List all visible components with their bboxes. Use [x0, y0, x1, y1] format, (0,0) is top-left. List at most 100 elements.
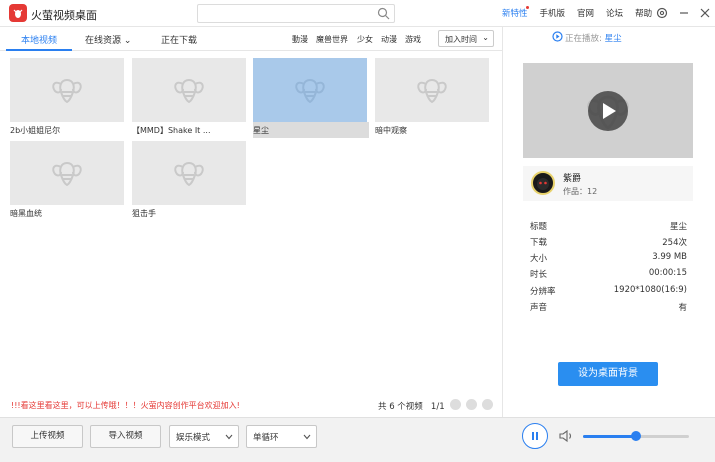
tab-online-label: 在线资源 — [85, 36, 122, 46]
tab-downloading[interactable]: 正在下载 — [161, 33, 197, 46]
pause-icon — [532, 432, 538, 440]
first-page-button[interactable] — [450, 399, 461, 410]
video-title: 2b小姐姐尼尔 — [10, 126, 61, 135]
info-row: 时长 00:00:15 — [530, 268, 687, 282]
page-indicator: 1/1 — [430, 402, 445, 412]
video-card[interactable]: 暗中观察 — [375, 58, 489, 138]
link-mobile[interactable]: 手机版 — [540, 7, 566, 19]
info-row: 标题 星尘 — [530, 220, 687, 234]
nav-row: 本地视频 在线资源 ⌄ 正在下载 動漫 魔兽世界 少女 动漫 游戏 加入时间 ⌄ — [0, 27, 502, 51]
firefly-placeholder-icon — [417, 78, 447, 104]
category-item[interactable]: 少女 — [357, 34, 373, 45]
chevron-down-icon — [303, 434, 311, 440]
firefly-logo-icon — [9, 4, 27, 22]
chevron-down-icon: ⌄ — [123, 36, 132, 46]
video-thumbnail — [132, 141, 246, 205]
now-playing: 正在播放: 星尘 — [552, 31, 622, 44]
info-value: 00:00:15 — [648, 268, 687, 278]
info-value: 3.99 MB — [652, 252, 687, 262]
tab-local-videos[interactable]: 本地视频 — [21, 33, 57, 46]
info-value: 254次 — [662, 238, 687, 248]
chevron-down-icon — [225, 434, 233, 440]
info-key: 大小 — [530, 254, 548, 264]
info-row: 声音 有 — [530, 301, 687, 315]
info-key: 下载 — [530, 238, 548, 248]
upload-notice-link[interactable]: !!!看这里看这里，可以上传哦！！！火萤内容创作平台欢迎加入! — [11, 400, 240, 411]
category-item[interactable]: 魔兽世界 — [316, 34, 348, 45]
category-item[interactable]: 游戏 — [405, 34, 421, 45]
app-title: 火萤视频桌面 — [31, 9, 97, 22]
firefly-placeholder-icon — [174, 78, 204, 104]
video-thumbnail — [10, 58, 124, 122]
info-value: 有 — [678, 303, 687, 313]
new-badge-dot — [526, 6, 529, 9]
prev-page-button[interactable] — [466, 399, 477, 410]
video-card[interactable]: 【MMD】Shake It ... — [132, 58, 246, 138]
author-name[interactable]: 紫爵 — [563, 171, 581, 184]
video-title: 星尘 — [253, 126, 269, 135]
chevron-down-icon: ⌄ — [482, 33, 489, 42]
next-page-button[interactable] — [482, 399, 493, 410]
video-thumbnail — [253, 58, 367, 122]
video-card[interactable]: 暗黑血统 — [10, 141, 124, 221]
video-title: 狙击手 — [132, 209, 156, 218]
info-key: 标题 — [530, 222, 548, 232]
video-card-selected[interactable]: 星尘 — [253, 58, 369, 138]
avatar-face-icon — [537, 178, 549, 190]
info-key: 分辨率 — [530, 287, 556, 297]
loop-selected-label: 单循环 — [253, 433, 279, 443]
info-row: 大小 3.99 MB — [530, 252, 687, 266]
link-official-site[interactable]: 官网 — [577, 7, 594, 19]
play-button[interactable] — [588, 91, 628, 131]
tab-online-resources[interactable]: 在线资源 ⌄ — [85, 33, 131, 46]
minimize-icon[interactable] — [677, 6, 691, 20]
import-video-button[interactable]: 导入视频 — [90, 425, 161, 448]
mode-select[interactable]: 娱乐模式 — [169, 425, 239, 448]
firefly-placeholder-icon — [52, 161, 82, 187]
sort-selected-label: 加入时间 — [445, 35, 477, 44]
firefly-placeholder-icon — [295, 78, 325, 104]
video-thumbnail — [10, 141, 124, 205]
link-forum[interactable]: 论坛 — [606, 7, 623, 19]
loop-select[interactable]: 单循环 — [246, 425, 317, 448]
close-icon[interactable] — [698, 6, 712, 20]
video-title: 暗中观察 — [375, 126, 407, 135]
info-value: 1920*1080(16:9) — [613, 285, 687, 295]
video-card[interactable]: 狙击手 — [132, 141, 246, 221]
now-playing-label: 正在播放: — [565, 34, 602, 44]
video-count: 共 6 个视频 — [378, 402, 423, 412]
volume-slider-handle[interactable] — [631, 431, 641, 441]
now-playing-icon — [552, 31, 563, 42]
active-tab-underline — [6, 49, 72, 51]
volume-slider-fill — [583, 435, 636, 438]
firefly-placeholder-icon — [174, 161, 204, 187]
video-thumbnail — [375, 58, 489, 122]
volume-icon[interactable] — [558, 429, 574, 443]
info-key: 声音 — [530, 303, 548, 313]
search-icon[interactable] — [377, 7, 390, 20]
firefly-placeholder-icon — [52, 78, 82, 104]
gear-icon[interactable] — [655, 6, 669, 20]
video-card[interactable]: 2b小姐姐尼尔 — [10, 58, 124, 138]
video-thumbnail — [132, 58, 246, 122]
link-new-features[interactable]: 新特性 — [502, 7, 528, 19]
video-title: 暗黑血统 — [10, 209, 42, 218]
video-title: 【MMD】Shake It ... — [132, 126, 211, 135]
category-item[interactable]: 动漫 — [381, 34, 397, 45]
upload-video-button[interactable]: 上传视频 — [12, 425, 83, 448]
set-desktop-background-button[interactable]: 设为桌面背景 — [558, 362, 658, 386]
avatar[interactable] — [531, 171, 555, 195]
now-playing-title[interactable]: 星尘 — [605, 34, 622, 44]
info-value: 星尘 — [669, 222, 687, 232]
link-help[interactable]: 帮助 — [635, 7, 652, 19]
author-works-count: 作品：12 — [563, 187, 598, 196]
category-item[interactable]: 動漫 — [292, 34, 308, 45]
sort-select[interactable]: 加入时间 ⌄ — [438, 30, 494, 47]
video-grid: 2b小姐姐尼尔 【MMD】Shake It ... 星尘 暗中观察 暗黑血统 狙… — [0, 52, 502, 397]
info-row: 分辨率 1920*1080(16:9) — [530, 285, 687, 299]
top-links: 新特性 手机版 官网 论坛 帮助 — [502, 6, 664, 19]
pause-button[interactable] — [522, 423, 548, 449]
search-input[interactable] — [197, 4, 395, 23]
title-bar: 火萤视频桌面 新特性 手机版 官网 论坛 帮助 — [0, 0, 715, 27]
info-key: 时长 — [530, 270, 548, 280]
